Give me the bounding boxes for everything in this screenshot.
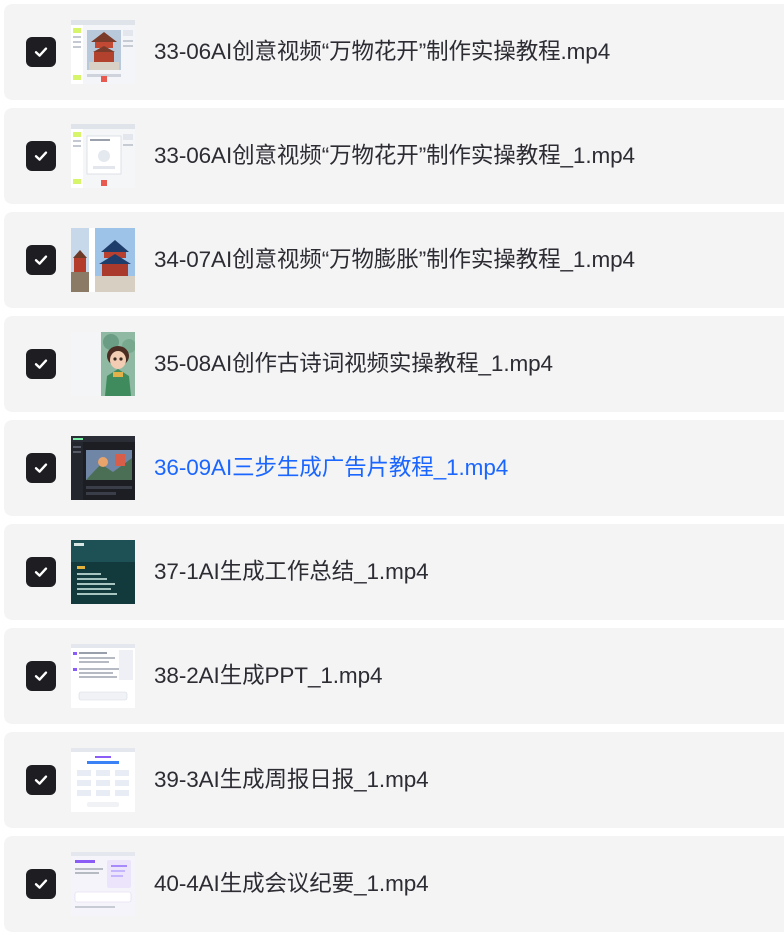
video-thumbnail [71, 20, 135, 84]
checkbox-checked[interactable] [26, 245, 56, 275]
file-name[interactable]: 35-08AI创作古诗词视频实操教程_1.mp4 [154, 348, 553, 380]
file-row[interactable]: 34-07AI创意视频“万物膨胀”制作实操教程_1.mp4 [4, 212, 784, 308]
check-icon [34, 567, 48, 577]
file-row[interactable]: 33-06AI创意视频“万物花开”制作实操教程.mp4 [4, 4, 784, 100]
checkbox-checked[interactable] [26, 765, 56, 795]
checkbox-checked[interactable] [26, 37, 56, 67]
check-icon [34, 47, 48, 57]
video-thumbnail [71, 748, 135, 812]
file-row[interactable]: 33-06AI创意视频“万物花开”制作实操教程_1.mp4 [4, 108, 784, 204]
video-thumbnail [71, 436, 135, 500]
file-row[interactable]: 37-1AI生成工作总结_1.mp4 [4, 524, 784, 620]
checkbox-checked[interactable] [26, 349, 56, 379]
video-thumbnail [71, 124, 135, 188]
file-row[interactable]: 39-3AI生成周报日报_1.mp4 [4, 732, 784, 828]
check-icon [34, 151, 48, 161]
check-icon [34, 359, 48, 369]
checkbox-checked[interactable] [26, 869, 56, 899]
checkbox-checked[interactable] [26, 453, 56, 483]
video-thumbnail [71, 228, 135, 292]
file-row[interactable]: 35-08AI创作古诗词视频实操教程_1.mp4 [4, 316, 784, 412]
file-name[interactable]: 38-2AI生成PPT_1.mp4 [154, 660, 383, 692]
check-icon [34, 255, 48, 265]
file-name[interactable]: 37-1AI生成工作总结_1.mp4 [154, 556, 429, 588]
check-icon [34, 671, 48, 681]
file-name[interactable]: 33-06AI创意视频“万物花开”制作实操教程.mp4 [154, 36, 610, 68]
video-thumbnail [71, 852, 135, 916]
checkbox-checked[interactable] [26, 661, 56, 691]
file-row[interactable]: 36-09AI三步生成广告片教程_1.mp4 [4, 420, 784, 516]
check-icon [34, 879, 48, 889]
video-thumbnail [71, 540, 135, 604]
file-name[interactable]: 36-09AI三步生成广告片教程_1.mp4 [154, 452, 508, 484]
file-name[interactable]: 33-06AI创意视频“万物花开”制作实操教程_1.mp4 [154, 140, 635, 172]
file-row[interactable]: 38-2AI生成PPT_1.mp4 [4, 628, 784, 724]
checkbox-checked[interactable] [26, 141, 56, 171]
file-row[interactable]: 40-4AI生成会议纪要_1.mp4 [4, 836, 784, 932]
video-thumbnail [71, 332, 135, 396]
file-list: 33-06AI创意视频“万物花开”制作实操教程.mp4 33-06AI创意视频“… [0, 0, 784, 940]
file-name[interactable]: 34-07AI创意视频“万物膨胀”制作实操教程_1.mp4 [154, 244, 635, 276]
file-name[interactable]: 40-4AI生成会议纪要_1.mp4 [154, 868, 429, 900]
video-thumbnail [71, 644, 135, 708]
file-name[interactable]: 39-3AI生成周报日报_1.mp4 [154, 764, 429, 796]
checkbox-checked[interactable] [26, 557, 56, 587]
check-icon [34, 463, 48, 473]
check-icon [34, 775, 48, 785]
